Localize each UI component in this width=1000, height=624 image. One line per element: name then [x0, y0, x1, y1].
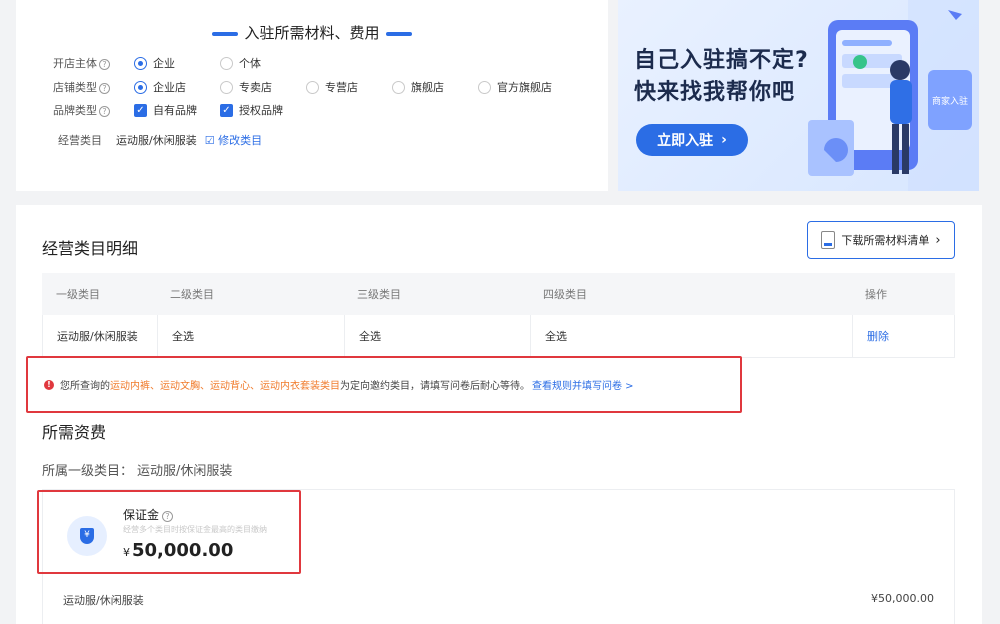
deposit-label: 保证金 — [123, 508, 160, 522]
checkbox-own-brand[interactable]: ✓ 自有品牌 — [134, 102, 220, 118]
radio-specialty-store[interactable]: 专营店 — [306, 79, 392, 95]
fees-title: 所需资费 — [42, 423, 107, 442]
category-table: 一级类目 二级类目 三级类目 四级类目 操作 运动服/休闲服装 全选 全选 全选… — [42, 273, 955, 358]
promo-banner[interactable]: 自己入驻搞不定? 快来找我帮你吧 立即入驻 › 商家入驻 — [618, 0, 979, 191]
questionnaire-link[interactable]: 查看规则并填写问卷 > — [532, 377, 634, 392]
row-brand-type: 品牌类型? ✓ 自有品牌 ✓ 授权品牌 — [53, 102, 283, 118]
document-icon — [821, 231, 836, 249]
fee-detail-box: ¥ 保证金? 经营多个类目时按保证金最高的类目缴纳 ¥50,000.00 运动服… — [37, 489, 955, 624]
fee-row-amount: ¥50,000.00 — [871, 592, 934, 605]
edit-category-link[interactable]: ☑ 修改类目 — [205, 132, 262, 148]
row-store-entity: 开店主体? 企业 个体 — [53, 55, 261, 71]
warning-icon: ! — [44, 379, 54, 390]
row-category: 经营类目 运动服/休闲服装 ☑ 修改类目 — [58, 132, 263, 148]
invite-only-notice: ! 您所查询的 运动内裤、运动文胸、运动背心、运动内衣套装类目 为定向邀约类目，… — [26, 356, 742, 413]
radio-official-flagship-store[interactable]: 官方旗舰店 — [478, 79, 552, 95]
shield-icon: ¥ — [67, 516, 107, 556]
category-value: 运动服/休闲服装 — [116, 134, 197, 147]
question-circle-icon[interactable]: ? — [99, 58, 110, 70]
radio-enterprise[interactable]: 企业 — [134, 55, 220, 71]
deposit-card: ¥ 保证金? 经营多个类目时按保证金最高的类目缴纳 ¥50,000.00 — [37, 490, 301, 574]
chevron-right-icon: › — [721, 132, 727, 148]
checkbox-licensed-brand[interactable]: ✓ 授权品牌 — [220, 102, 283, 118]
edit-icon: ☑ — [204, 134, 215, 147]
deposit-amount: ¥50,000.00 — [123, 540, 234, 561]
primary-category-line: 所属一级类目： 运动服/休闲服装 — [42, 464, 233, 479]
fee-row-category: 运动服/休闲服装 — [63, 594, 144, 607]
category-detail-panel: 经营类目明细 下载所需材料清单 › 一级类目 二级类目 三级类目 四级类目 操作… — [16, 205, 982, 624]
banner-headline: 自己入驻搞不定? — [634, 48, 809, 73]
restricted-categories: 运动内裤、运动文胸、运动背心、运动内衣套装类目 — [110, 381, 340, 392]
category-detail-title: 经营类目明细 — [42, 239, 139, 258]
join-now-button[interactable]: 立即入驻 › — [636, 124, 748, 156]
banner-sign-text: 商家入驻 — [932, 95, 968, 107]
chevron-right-icon: › — [935, 232, 941, 248]
question-circle-icon[interactable]: ? — [99, 105, 110, 117]
delete-link[interactable]: 删除 — [852, 315, 954, 357]
banner-subheadline: 快来找我帮你吧 — [634, 80, 796, 105]
question-circle-icon[interactable]: ? — [99, 82, 110, 94]
radio-flagship-store[interactable]: 旗舰店 — [392, 79, 478, 95]
download-materials-button[interactable]: 下载所需材料清单 › — [807, 221, 955, 259]
radio-enterprise-store[interactable]: 企业店 — [134, 79, 220, 95]
table-row: 运动服/休闲服装 全选 全选 全选 删除 — [42, 315, 955, 358]
banner-illustration: 商家入驻 — [808, 0, 979, 191]
radio-exclusive-store[interactable]: 专卖店 — [220, 79, 306, 95]
radio-individual[interactable]: 个体 — [220, 55, 261, 71]
materials-fees-panel: 入驻所需材料、费用 开店主体? 企业 个体 店铺类型? 企业店 专卖店 专营店 … — [16, 0, 608, 191]
row-store-type: 店铺类型? 企业店 专卖店 专营店 旗舰店 官方旗舰店 — [53, 79, 552, 95]
deposit-hint: 经营多个类目时按保证金最高的类目缴纳 — [123, 525, 267, 534]
question-circle-icon[interactable]: ? — [162, 511, 174, 522]
table-header: 一级类目 二级类目 三级类目 四级类目 操作 — [42, 273, 955, 315]
section-title: 入驻所需材料、费用 — [16, 22, 608, 43]
